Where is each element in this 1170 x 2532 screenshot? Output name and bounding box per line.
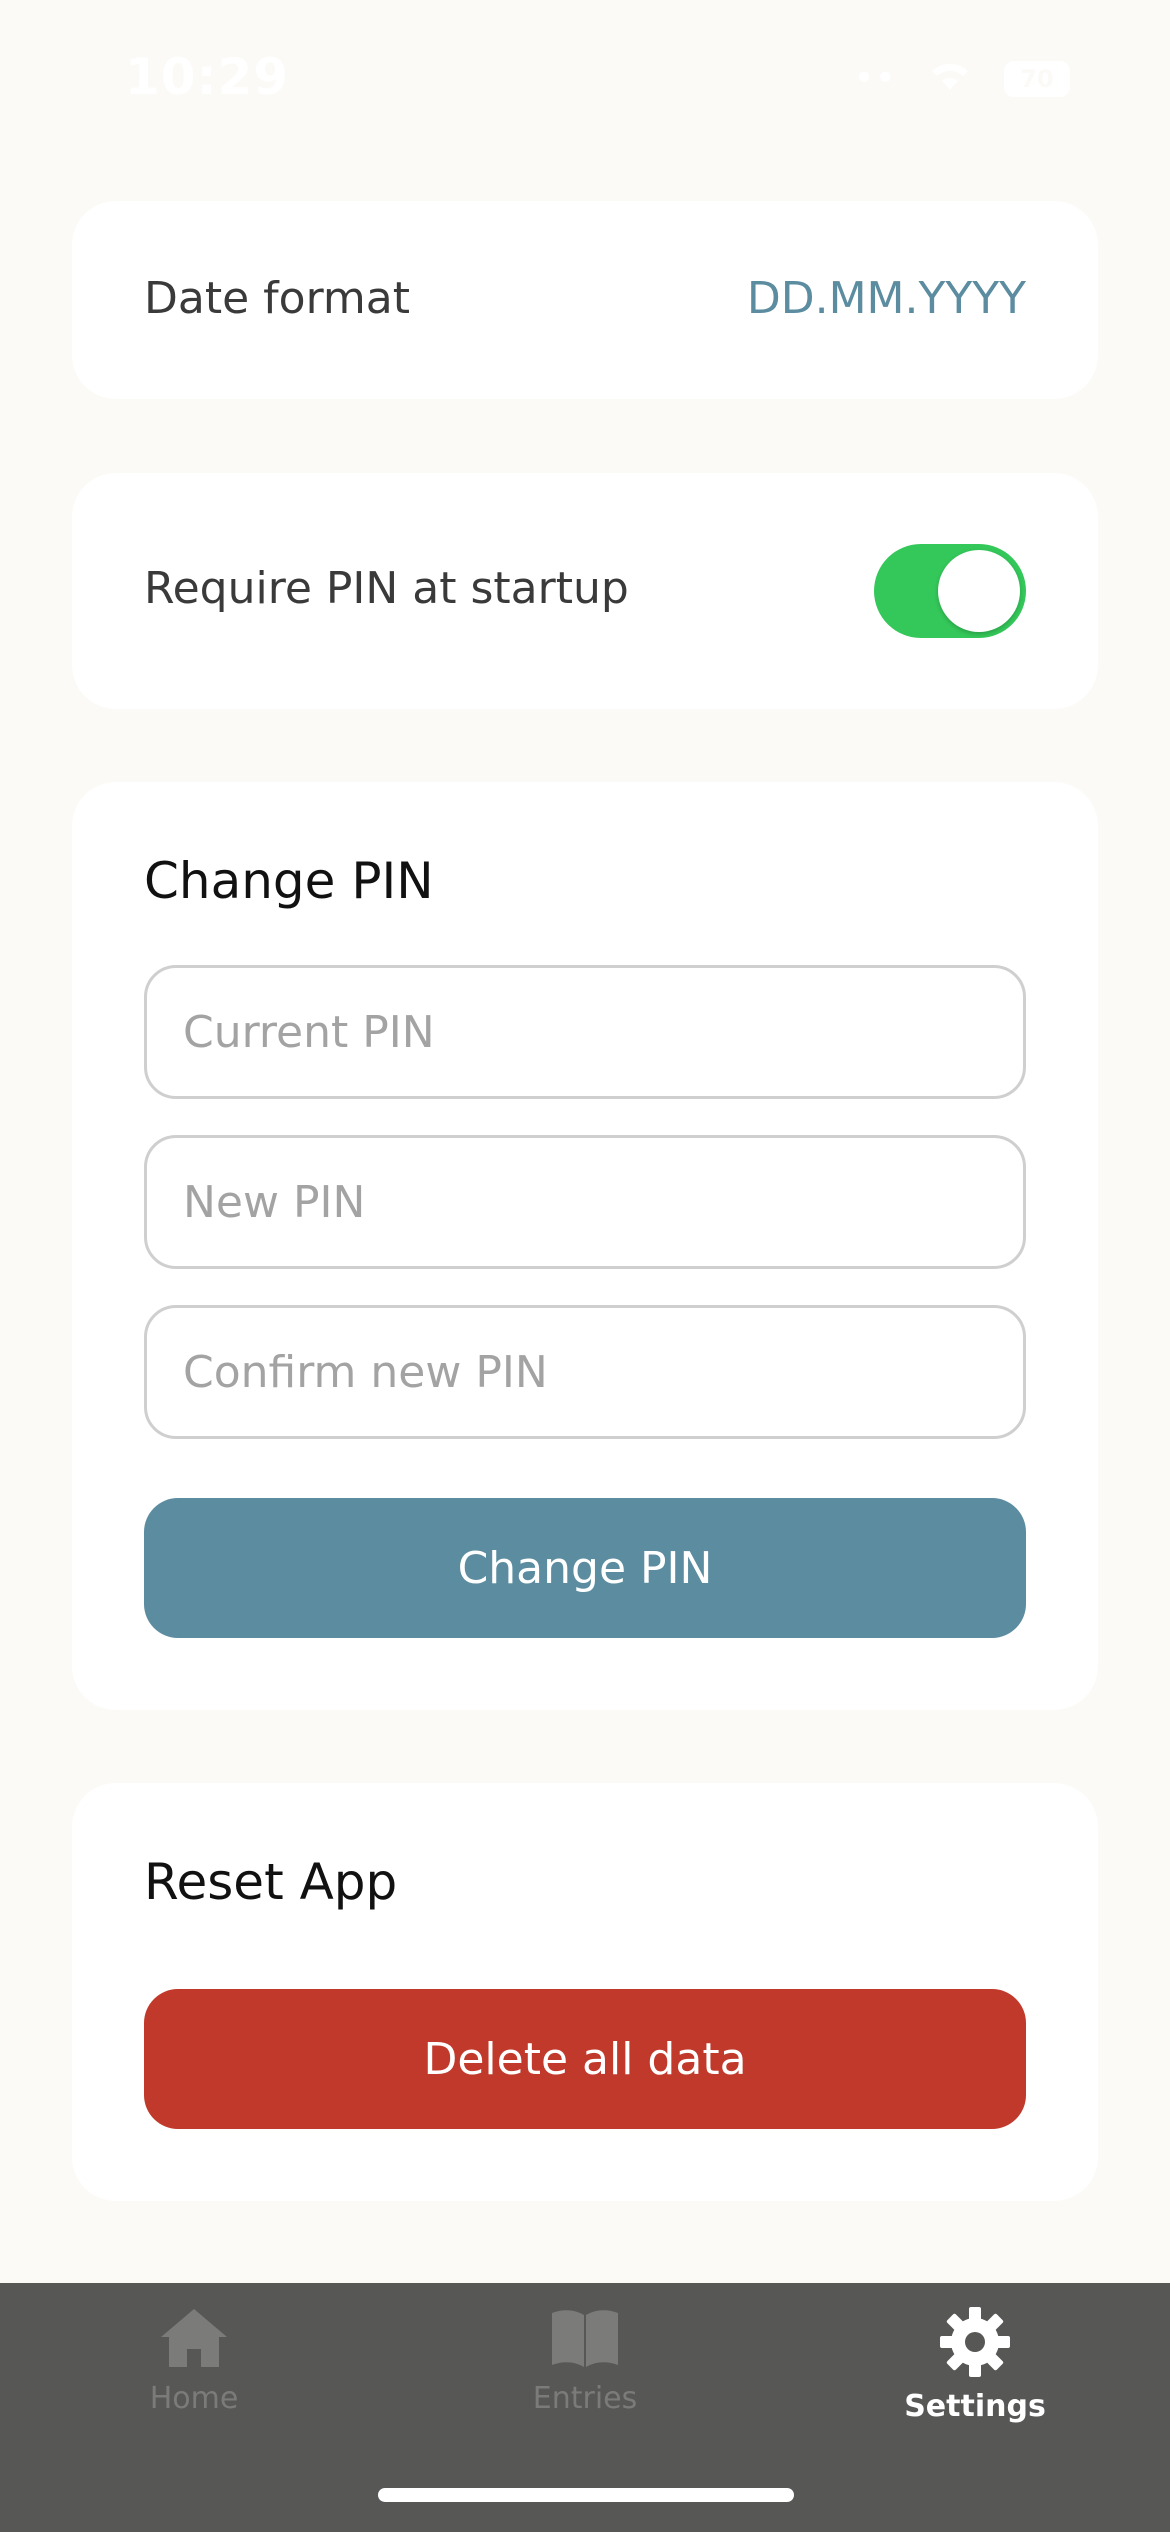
delete-all-data-button[interactable]: Delete all data (144, 1989, 1026, 2129)
gear-icon (938, 2305, 1012, 2383)
signal-icon: •• (853, 58, 896, 99)
tab-settings-label: Settings (904, 2389, 1046, 2424)
tab-entries[interactable]: Entries (435, 2305, 735, 2416)
home-icon (157, 2305, 231, 2375)
date-format-label: Date format (144, 273, 410, 324)
battery-icon: 70 (1004, 60, 1070, 97)
tab-settings[interactable]: Settings (825, 2305, 1125, 2424)
current-pin-input[interactable] (144, 965, 1026, 1099)
tab-home[interactable]: Home (44, 2305, 344, 2416)
pin-startup-card: Require PIN at startup (72, 473, 1098, 709)
book-icon (548, 2305, 622, 2375)
status-icons: •• 70 (854, 56, 1070, 101)
pin-startup-toggle[interactable] (874, 544, 1026, 638)
confirm-pin-input[interactable] (144, 1305, 1026, 1439)
toggle-knob (938, 550, 1020, 632)
date-format-value[interactable]: DD.MM.YYYY (747, 273, 1026, 324)
home-indicator (378, 2488, 794, 2502)
new-pin-input[interactable] (144, 1135, 1026, 1269)
change-pin-button[interactable]: Change PIN (144, 1498, 1026, 1638)
status-time: 10:29 (125, 48, 290, 106)
change-pin-title: Change PIN (144, 852, 434, 910)
tab-entries-label: Entries (532, 2381, 638, 2416)
wifi-icon (926, 56, 974, 101)
pin-startup-label: Require PIN at startup (144, 563, 629, 614)
change-pin-card: Change PIN Change PIN (72, 782, 1098, 1710)
reset-title: Reset App (144, 1853, 398, 1911)
date-format-card[interactable]: Date format DD.MM.YYYY (72, 201, 1098, 399)
tab-home-label: Home (149, 2381, 239, 2416)
status-bar: 10:29 •• 70 (0, 0, 1170, 150)
reset-card: Reset App Delete all data (72, 1783, 1098, 2201)
